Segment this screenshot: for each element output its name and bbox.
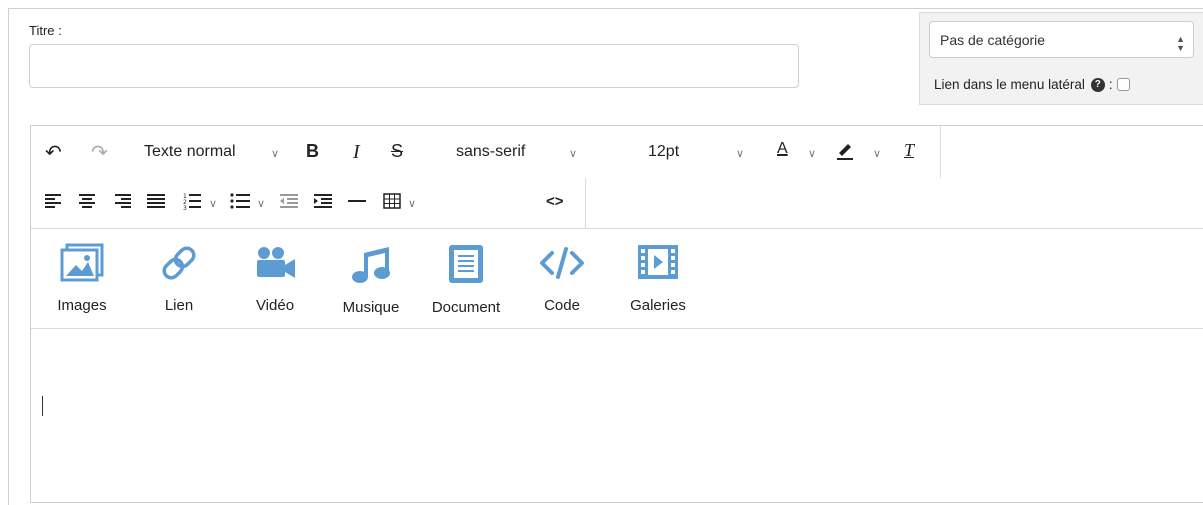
menu-link-checkbox[interactable]	[1116, 78, 1130, 91]
chevron-down-icon[interactable]: ∨	[569, 147, 577, 160]
category-select-value: Pas de catégorie	[940, 32, 1046, 48]
category-select[interactable]: Pas de catégorie ▲ ▼	[929, 21, 1194, 58]
chevron-down-icon[interactable]: ∨	[209, 197, 217, 210]
media-label: Musique	[342, 299, 400, 316]
image-icon	[60, 243, 104, 282]
media-label: Vidéo	[255, 297, 295, 314]
redo-icon[interactable]: ↷	[91, 140, 108, 165]
chevron-down-icon[interactable]: ∨	[808, 147, 816, 160]
film-strip-icon	[638, 245, 678, 279]
select-arrows-icon: ▲ ▼	[1176, 34, 1185, 53]
media-button-images[interactable]: Images	[37, 243, 127, 314]
clear-format-button[interactable]: T	[904, 140, 914, 161]
outdent-icon[interactable]	[280, 193, 298, 214]
media-button-document[interactable]: Document	[421, 243, 511, 316]
align-right-icon[interactable]	[113, 193, 131, 214]
menu-link-label: Lien dans le menu latéral	[934, 77, 1085, 92]
align-left-icon[interactable]	[45, 193, 63, 214]
media-label: Lien	[164, 297, 194, 314]
font-family-dropdown[interactable]: sans-serif	[456, 143, 525, 161]
text-color-button[interactable]: A	[777, 140, 788, 158]
media-label: Code	[544, 297, 580, 314]
svg-text:3: 3	[183, 205, 187, 210]
document-icon	[449, 245, 483, 283]
italic-button[interactable]: I	[353, 141, 360, 164]
align-center-icon[interactable]	[78, 193, 96, 214]
media-button-video[interactable]: Vidéo	[230, 243, 320, 314]
source-code-button[interactable]: <>	[546, 193, 564, 210]
title-input[interactable]	[29, 44, 799, 88]
link-icon	[162, 246, 196, 280]
strikethrough-button[interactable]: S	[391, 141, 403, 162]
chevron-down-icon[interactable]: ∨	[408, 197, 416, 210]
align-justify-icon[interactable]	[147, 193, 165, 214]
media-button-link[interactable]: Lien	[134, 243, 224, 314]
toolbar-row-2: 123 ∨ ∨ ∨ <>	[31, 178, 586, 228]
editor-content-area[interactable]	[31, 330, 1203, 502]
media-button-code[interactable]: Code	[517, 243, 607, 314]
block-format-dropdown[interactable]: Texte normal	[144, 143, 236, 161]
font-size-dropdown[interactable]: 12pt	[648, 143, 679, 161]
text-cursor	[42, 396, 43, 416]
help-icon[interactable]: ?	[1090, 77, 1105, 92]
video-camera-icon	[257, 247, 295, 278]
rich-text-editor: ↶ ↷ Texte normal ∨ B I S sans-serif ∨ 12…	[30, 125, 1203, 503]
media-label: Images	[57, 297, 107, 314]
bullet-list-icon[interactable]	[230, 193, 250, 214]
menu-link-row: Lien dans le menu latéral ? :	[934, 77, 1130, 92]
side-panel: Pas de catégorie ▲ ▼ Lien dans le menu la…	[919, 12, 1203, 105]
media-bar: Images Lien Vidéo Musique Document Code …	[31, 229, 1203, 329]
bold-button[interactable]: B	[306, 141, 319, 162]
media-label: Document	[431, 299, 501, 316]
toolbar-row-1: ↶ ↷ Texte normal ∨ B I S sans-serif ∨ 12…	[31, 126, 941, 178]
title-label: Titre :	[29, 23, 62, 38]
horizontal-rule-icon[interactable]	[348, 193, 366, 214]
chevron-down-icon[interactable]: ∨	[271, 147, 279, 160]
highlight-color-icon[interactable]	[834, 139, 856, 166]
music-note-icon	[352, 247, 390, 283]
chevron-down-icon[interactable]: ∨	[736, 147, 744, 160]
table-icon[interactable]	[383, 192, 401, 215]
menu-link-colon: :	[1108, 77, 1113, 92]
chevron-down-icon[interactable]: ∨	[257, 197, 265, 210]
media-button-music[interactable]: Musique	[326, 243, 416, 316]
media-button-galleries[interactable]: Galeries	[613, 243, 703, 314]
numbered-list-icon[interactable]: 123	[183, 192, 201, 215]
indent-icon[interactable]	[314, 193, 332, 214]
media-label: Galeries	[630, 297, 686, 314]
chevron-down-icon[interactable]: ∨	[873, 147, 881, 160]
code-icon	[540, 247, 584, 279]
undo-icon[interactable]: ↶	[45, 140, 62, 165]
